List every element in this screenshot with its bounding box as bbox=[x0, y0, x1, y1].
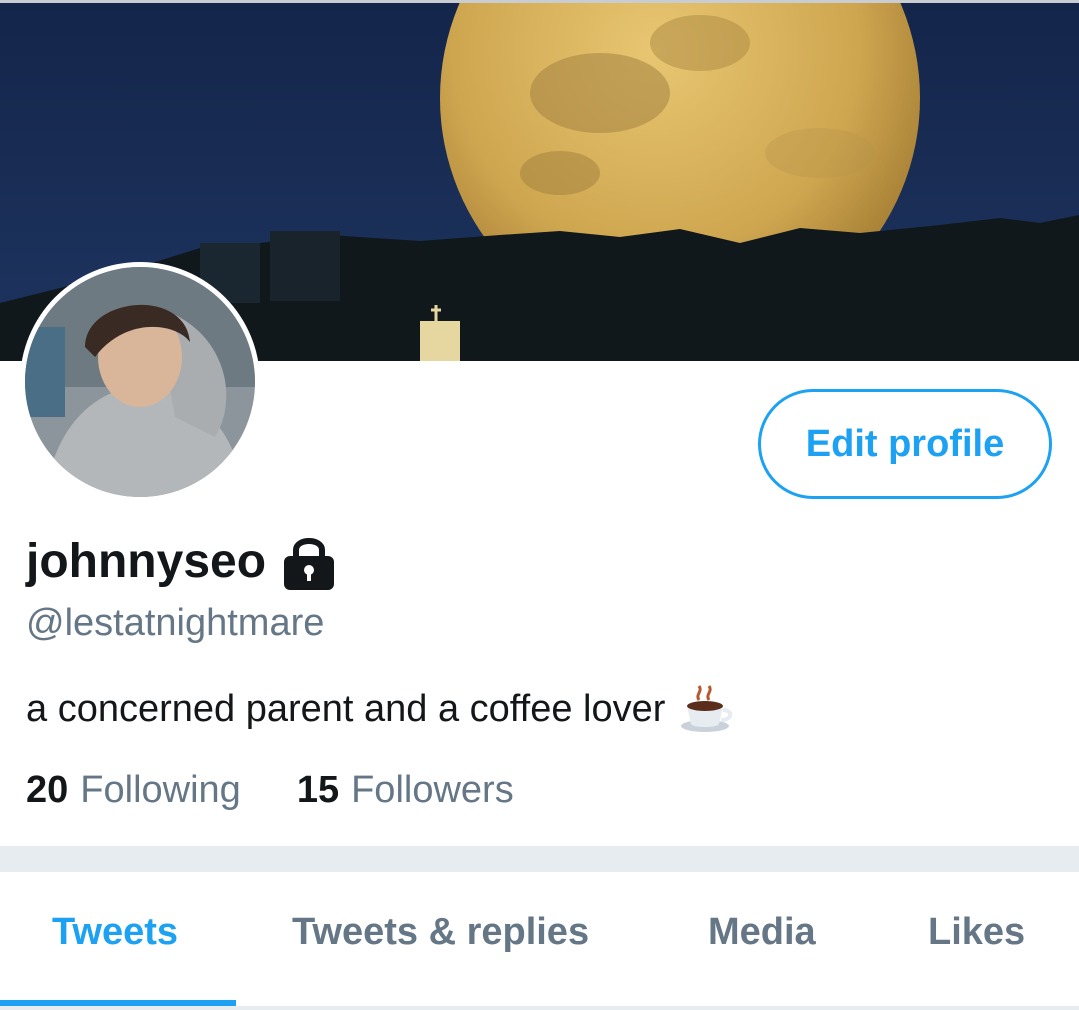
following-stat[interactable]: 20 Following bbox=[26, 765, 241, 815]
followers-stat[interactable]: 15 Followers bbox=[297, 765, 514, 815]
following-label: Following bbox=[80, 769, 241, 811]
profile-avatar[interactable] bbox=[20, 262, 260, 502]
profile-tabs: Tweets Tweets & replies Media Likes bbox=[0, 872, 1079, 1010]
following-count: 20 bbox=[26, 769, 69, 811]
section-divider bbox=[0, 846, 1079, 872]
tab-tweets-and-replies[interactable]: Tweets & replies bbox=[292, 908, 589, 956]
bio-text: a concerned parent and a coffee lover bbox=[26, 688, 666, 730]
tabs-bottom-border bbox=[0, 1006, 1079, 1010]
edit-profile-button[interactable]: Edit profile bbox=[758, 389, 1052, 499]
tab-likes[interactable]: Likes bbox=[928, 908, 1025, 956]
profile-handle: @lestatnightmare bbox=[26, 602, 325, 644]
followers-label: Followers bbox=[351, 769, 514, 811]
avatar-image bbox=[25, 267, 255, 497]
lock-icon bbox=[280, 532, 338, 592]
profile-name-row: johnnyseo bbox=[26, 532, 338, 592]
display-name: johnnyseo bbox=[26, 535, 267, 588]
tab-tweets[interactable]: Tweets bbox=[52, 908, 178, 956]
edit-profile-label: Edit profile bbox=[805, 422, 1005, 465]
followers-count: 15 bbox=[296, 769, 340, 811]
profile-bio: a concerned parent and a coffee lover bbox=[26, 684, 735, 734]
tab-media[interactable]: Media bbox=[708, 908, 816, 956]
coffee-cup-icon bbox=[679, 684, 735, 734]
profile-stats: 20 Following 15 Followers bbox=[26, 765, 514, 815]
